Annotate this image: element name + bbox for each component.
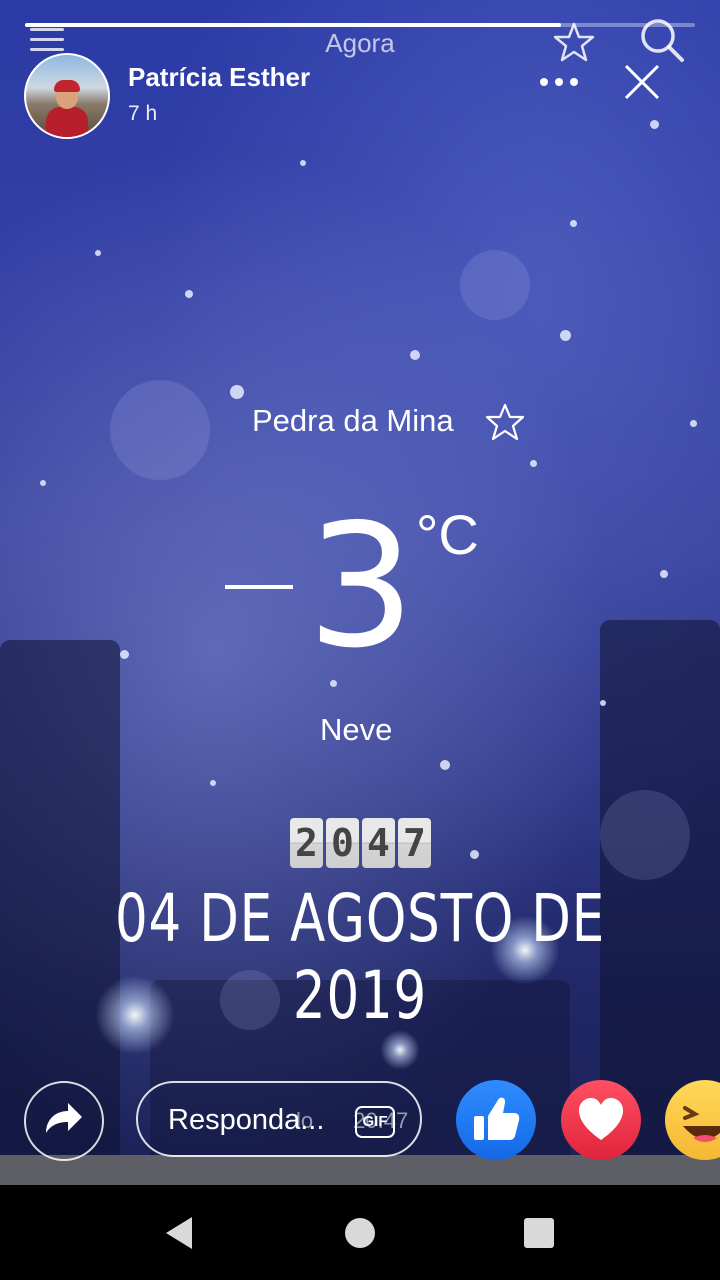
clock-digit: 7 [398,818,431,868]
gif-button[interactable]: GIF [355,1106,395,1138]
love-reaction-button[interactable] [561,1080,641,1160]
laughing-face-icon [683,1106,720,1142]
snowflake [660,570,668,578]
system-navigation-bar [0,1185,720,1280]
haha-reaction-button[interactable] [665,1080,720,1160]
back-triangle-icon[interactable] [160,1213,200,1253]
star-icon[interactable] [552,20,596,64]
weather-location: Pedra da Mina [252,403,454,438]
snowflake [230,385,244,399]
snowflake [650,120,659,129]
flip-clock: 2 0 4 7 [290,818,431,868]
story-progress-fill [25,23,561,27]
temperature-minus-sign: - [225,584,293,589]
snowflake [470,850,479,859]
home-circle-icon[interactable] [342,1215,378,1251]
recents-square-icon[interactable] [522,1216,556,1250]
snowflake [40,480,46,486]
header-title: Agora [325,28,395,58]
share-button[interactable] [24,1081,104,1161]
search-icon[interactable] [636,14,688,66]
thumbs-up-icon [474,1097,520,1140]
snowflake [600,700,606,706]
bokeh-light [110,380,210,480]
snowflake [560,330,571,341]
temperature-value: 3 [307,488,415,686]
snowflake [95,250,101,256]
date-label: 04 DE AGOSTO DE 2019 [114,880,606,1034]
avatar[interactable] [24,53,110,139]
snowflake [530,460,537,467]
snowflake [440,760,450,770]
temperature: -3 [225,485,415,675]
heart-icon [579,1098,623,1140]
clock-digit: 2 [290,818,323,868]
reply-placeholder: Responda... [168,1104,325,1136]
temperature-unit: °C [416,503,479,566]
snowflake [300,160,306,166]
share-icon [46,1103,82,1133]
more-icon[interactable] [540,78,578,86]
weather-condition: Neve [320,712,393,747]
snowflake [690,420,697,427]
bokeh-light [460,250,530,320]
star-icon [485,403,525,441]
snowflake [570,220,577,227]
like-reaction-button[interactable] [456,1080,536,1160]
close-icon[interactable] [622,62,662,102]
clock-digit: 4 [362,818,395,868]
post-time: 7 h [128,102,158,125]
bokeh-light [600,790,690,880]
snowflake [120,650,129,659]
author-name[interactable]: Patrícia Esther [128,62,310,93]
snowflake [185,290,193,298]
snowflake [410,350,420,360]
clock-digit: 0 [326,818,359,868]
street-lamp [380,1030,420,1070]
snowflake [210,780,216,786]
